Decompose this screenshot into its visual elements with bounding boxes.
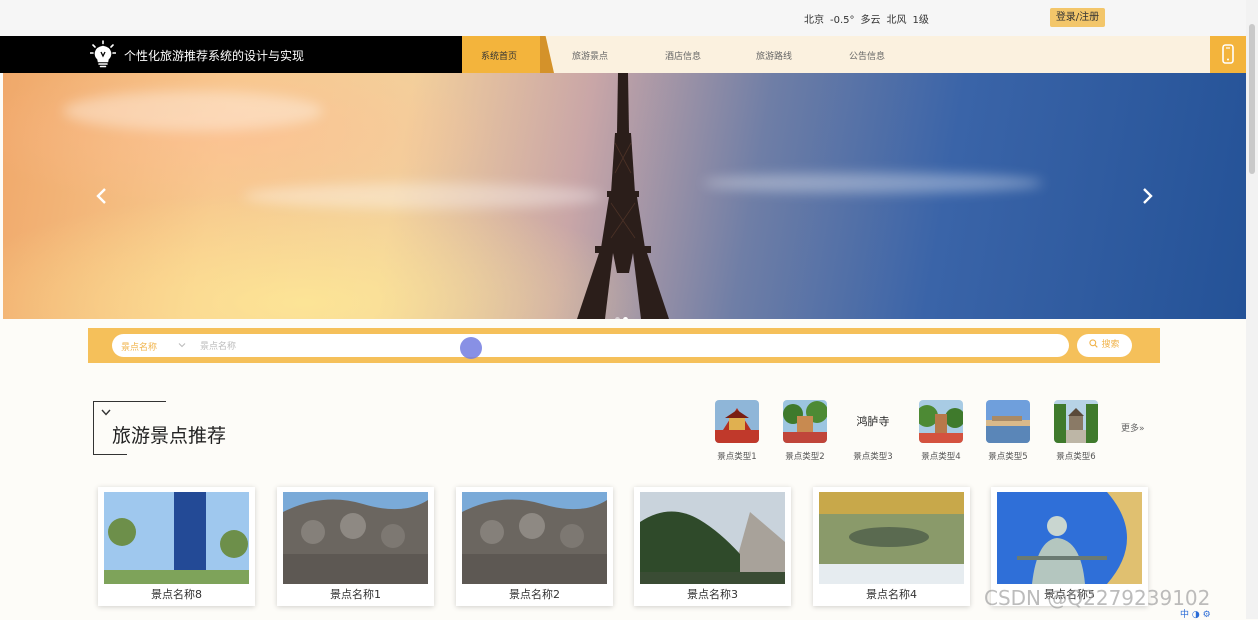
banner-carousel[interactable] (3, 73, 1246, 319)
system-tray: 中 ◑ ⚙ (1180, 610, 1211, 620)
attraction-image (283, 492, 428, 584)
attraction-name: 景点名称3 (687, 588, 738, 601)
weather-info: 北京 -0.5° 多云 北风 1级 (804, 11, 935, 26)
banner-prev-arrow-icon[interactable] (95, 187, 109, 205)
attraction-card-1[interactable]: 景点名称8 (98, 487, 255, 606)
category-label: 景点类型4 (921, 452, 961, 462)
attraction-card-4[interactable]: 景点名称3 (634, 487, 791, 606)
banner-cloud (243, 183, 603, 209)
category-item-1[interactable]: 景点类型1 (707, 400, 767, 462)
attraction-image (104, 492, 249, 584)
attraction-image (640, 492, 785, 584)
section-title: 旅游景点推荐 (112, 425, 227, 447)
category-label: 景点类型5 (988, 452, 1028, 462)
main-nav: 个性化旅游推荐系统的设计与实现 系统首页 旅游景点 酒店信息 旅游路线 公告信息 (0, 36, 1246, 73)
weather-wind-level: 1级 (912, 15, 929, 26)
search-icon (1089, 339, 1099, 348)
category-logo-text: 鸿胪寺 (856, 415, 890, 428)
weather-condition: 多云 (860, 15, 881, 26)
nav-item-home[interactable]: 系统首页 (481, 49, 517, 62)
phone-button[interactable] (1210, 36, 1246, 73)
weather-temperature: -0.5° (830, 15, 855, 26)
attraction-image (462, 492, 607, 584)
search-button[interactable]: 搜索 (1077, 334, 1132, 357)
category-label: 景点类型2 (785, 452, 825, 462)
banner-dots (615, 307, 631, 319)
attraction-name: 景点名称4 (866, 588, 917, 601)
attraction-card-2[interactable]: 景点名称1 (277, 487, 434, 606)
category-label: 景点类型1 (717, 452, 757, 462)
category-thumbnail (783, 400, 827, 443)
category-item-2[interactable]: 景点类型2 (775, 400, 835, 462)
nav-item-routes[interactable]: 旅游路线 (756, 49, 792, 62)
mouse-cursor-indicator (460, 337, 482, 359)
category-item-4[interactable]: 景点类型4 (911, 400, 971, 462)
login-register-button[interactable]: 登录/注册 (1050, 8, 1105, 27)
attraction-name: 景点名称2 (509, 588, 560, 601)
banner-cloud (63, 91, 323, 131)
nav-active-slant (540, 36, 554, 73)
banner-dot[interactable] (615, 317, 620, 319)
search-type-select[interactable]: 景点名称 (121, 340, 157, 353)
attraction-card-3[interactable]: 景点名称2 (456, 487, 613, 606)
banner-cloud (703, 173, 1043, 193)
category-item-6[interactable]: 景点类型6 (1046, 400, 1106, 462)
scrollbar-thumb[interactable] (1249, 24, 1255, 174)
top-bar: 北京 -0.5° 多云 北风 1级 登录/注册 (0, 0, 1246, 36)
category-label: 景点类型6 (1056, 452, 1096, 462)
category-thumbnail: 鸿胪寺 (851, 400, 895, 443)
attraction-name: 景点名称8 (151, 588, 202, 601)
category-thumbnail (1054, 400, 1098, 443)
banner-next-arrow-icon[interactable] (1140, 187, 1154, 205)
attraction-card-5[interactable]: 景点名称4 (813, 487, 970, 606)
search-button-label: 搜索 (1101, 340, 1120, 350)
nav-item-hotels[interactable]: 酒店信息 (665, 49, 701, 62)
category-item-3[interactable]: 鸿胪寺 景点类型3 (843, 400, 903, 462)
category-label: 景点类型3 (853, 452, 893, 462)
eiffel-tower-illustration (577, 73, 669, 319)
page-scrollbar[interactable] (1246, 0, 1258, 619)
weather-city: 北京 (804, 15, 824, 26)
category-thumbnail (919, 400, 963, 443)
chevron-down-icon[interactable] (178, 341, 186, 349)
search-bar: 景点名称 搜索 (88, 328, 1160, 363)
attraction-image (819, 492, 964, 584)
phone-icon (1222, 44, 1234, 64)
category-thumbnail (986, 400, 1030, 443)
banner-dot-active[interactable] (623, 317, 628, 319)
nav-item-attractions[interactable]: 旅游景点 (572, 49, 608, 62)
brand[interactable]: 个性化旅游推荐系统的设计与实现 (0, 36, 462, 73)
attraction-image (997, 492, 1142, 584)
category-thumbnail (715, 400, 759, 443)
category-item-5[interactable]: 景点类型5 (978, 400, 1038, 462)
lightbulb-icon (90, 40, 116, 68)
attraction-name: 景点名称1 (330, 588, 381, 601)
search-field: 景点名称 (112, 334, 1069, 357)
csdn-watermark: CSDN @Q2279239102 (984, 586, 1211, 610)
weather-wind: 北风 (886, 15, 907, 26)
more-link[interactable]: 更多» (1121, 421, 1145, 434)
site-title: 个性化旅游推荐系统的设计与实现 (124, 49, 305, 63)
search-input[interactable] (198, 337, 1052, 356)
nav-item-notices[interactable]: 公告信息 (849, 49, 885, 62)
